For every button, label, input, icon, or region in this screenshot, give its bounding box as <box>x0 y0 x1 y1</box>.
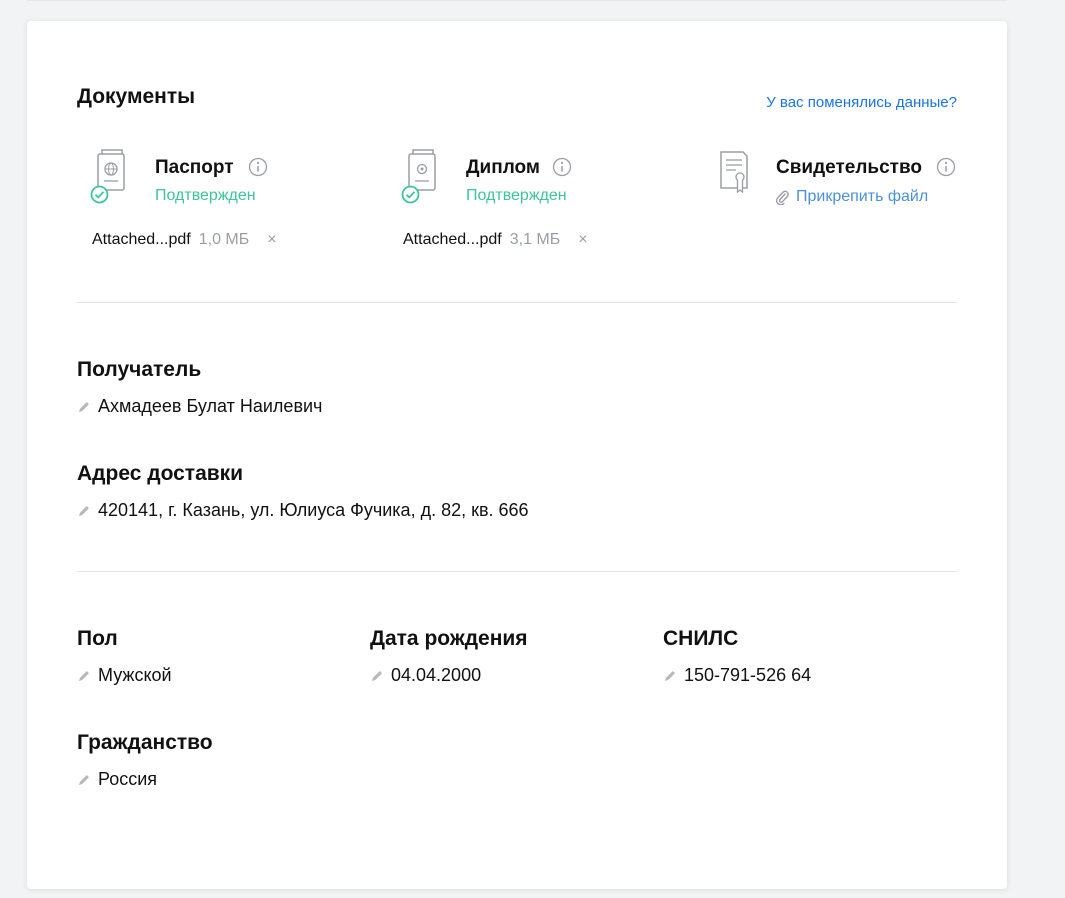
birth-date-value: 04.04.2000 <box>391 665 482 685</box>
passport-title: Паспорт <box>155 157 234 178</box>
snils-value: 150-791-526 64 <box>684 665 812 685</box>
certificate-document <box>712 148 754 203</box>
file-size: 1,0 МБ <box>198 231 250 248</box>
remove-file-button[interactable]: × <box>578 231 587 249</box>
diploma-title: Диплом <box>466 157 540 178</box>
pencil-icon <box>79 670 89 681</box>
remove-file-button[interactable]: × <box>267 231 276 249</box>
birth-date-field[interactable]: 04.04.2000 <box>370 665 481 686</box>
file-name[interactable]: Attached...pdf <box>403 231 502 249</box>
pencil-icon <box>79 505 89 516</box>
citizenship-value: Россия <box>98 769 158 789</box>
passport-status: Подтвержден <box>155 187 256 204</box>
pencil-icon <box>665 670 675 681</box>
gender-value: Мужской <box>98 665 172 685</box>
info-icon[interactable] <box>936 157 956 177</box>
attach-file-button[interactable]: Прикрепить файл <box>774 188 928 206</box>
info-icon[interactable] <box>552 157 572 177</box>
pencil-icon <box>79 774 89 785</box>
divider <box>77 302 957 303</box>
check-circle-icon <box>90 185 109 204</box>
gender-field[interactable]: Мужской <box>77 665 172 686</box>
attach-file-label[interactable]: Прикрепить файл <box>796 188 928 206</box>
recipient-value: Ахмадеев Булат Наилевич <box>98 396 323 416</box>
diploma-status: Подтвержден <box>466 187 567 204</box>
snils-label: СНИЛС <box>663 627 739 650</box>
recipient-label: Получатель <box>77 358 202 381</box>
file-name[interactable]: Attached...pdf <box>92 231 191 249</box>
data-changed-link[interactable]: У вас поменялись данные? <box>766 94 957 111</box>
check-circle-icon <box>401 185 420 204</box>
recipient-field[interactable]: Ахмадеев Булат Наилевич <box>77 396 322 417</box>
pencil-icon <box>372 670 382 681</box>
top-divider <box>27 0 1007 1</box>
profile-card: Документы У вас поменялись данные? Паспо… <box>27 21 1007 889</box>
address-field[interactable]: 420141, г. Казань, ул. Юлиуса Фучика, д.… <box>77 500 529 521</box>
file-size: 3,1 МБ <box>509 231 561 248</box>
gender-label: Пол <box>77 627 118 650</box>
citizenship-field[interactable]: Россия <box>77 769 157 790</box>
diploma-file: Attached...pdf 3,1 МБ × <box>403 231 588 249</box>
paperclip-icon <box>775 190 789 205</box>
certificate-title: Свидетельство <box>776 157 922 178</box>
address-value: 420141, г. Казань, ул. Юлиуса Фучика, д.… <box>98 500 529 520</box>
birth-date-label: Дата рождения <box>370 627 528 650</box>
documents-title: Документы <box>77 85 196 108</box>
info-icon[interactable] <box>248 157 268 177</box>
passport-file: Attached...pdf 1,0 МБ × <box>92 231 277 249</box>
citizenship-label: Гражданство <box>77 731 213 754</box>
snils-field[interactable]: 150-791-526 64 <box>663 665 811 686</box>
pencil-icon <box>79 401 89 412</box>
divider <box>77 571 957 572</box>
certificate-icon <box>720 151 748 194</box>
address-label: Адрес доставки <box>77 462 244 485</box>
